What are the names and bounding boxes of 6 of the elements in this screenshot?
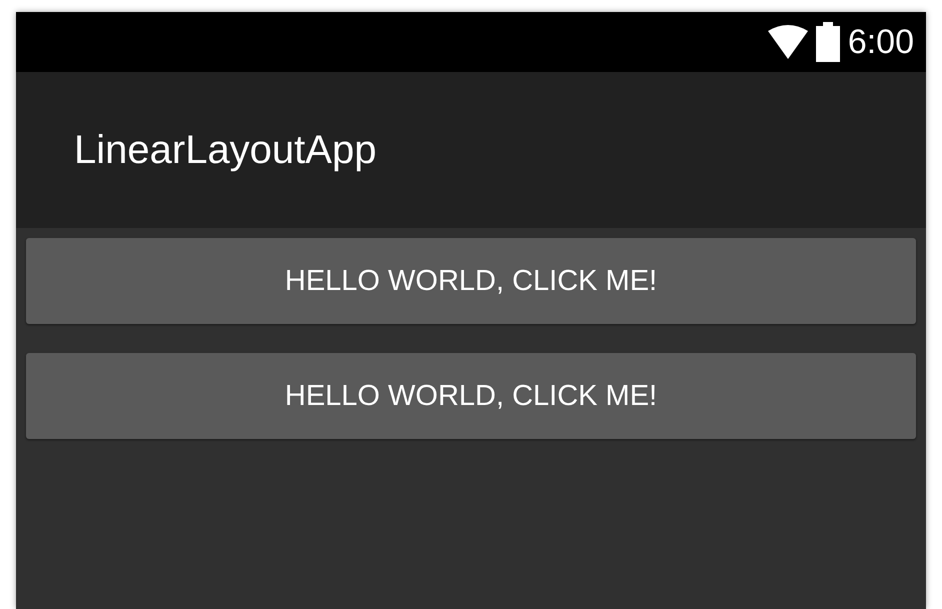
app-title: LinearLayoutApp (74, 128, 376, 172)
wifi-icon (768, 25, 808, 59)
clock-time: 6:00 (848, 22, 914, 62)
battery-icon (816, 22, 840, 62)
click-button[interactable]: HELLO WORLD, CLICK ME! (26, 353, 916, 439)
click-button[interactable]: HELLO WORLD, CLICK ME! (26, 238, 916, 324)
